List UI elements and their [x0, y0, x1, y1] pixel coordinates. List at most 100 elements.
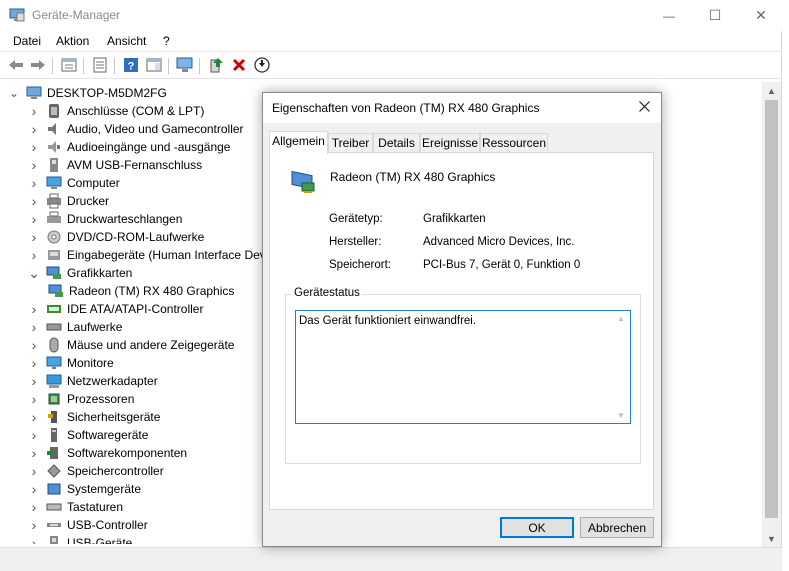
- tree-category-item[interactable]: › USB-Geräte: [28, 534, 132, 544]
- tab-allgemein[interactable]: Allgemein: [269, 131, 328, 154]
- chevron-right-icon[interactable]: ›: [28, 534, 40, 544]
- minimize-button[interactable]: —: [646, 0, 692, 31]
- tree-category-item[interactable]: › Audioeingänge und -ausgänge: [28, 138, 231, 156]
- tree-category-item[interactable]: › Anschlüsse (COM & LPT): [28, 102, 205, 120]
- chevron-right-icon[interactable]: ›: [28, 516, 40, 534]
- chevron-right-icon[interactable]: ›: [28, 192, 40, 210]
- chevron-right-icon[interactable]: ›: [28, 228, 40, 246]
- chevron-right-icon[interactable]: ›: [28, 480, 40, 498]
- chevron-right-icon[interactable]: ›: [28, 156, 40, 174]
- scan-hardware-button[interactable]: [175, 56, 195, 76]
- chevron-right-icon[interactable]: ›: [28, 426, 40, 444]
- chevron-right-icon[interactable]: ›: [28, 354, 40, 372]
- menu-ansicht[interactable]: Ansicht: [107, 34, 146, 48]
- device-status-group: Gerätestatus Das Gerät funktioniert einw…: [285, 287, 641, 464]
- tab-ereignisse[interactable]: Ereignisse: [420, 133, 480, 153]
- tree-category-item[interactable]: › Drucker: [28, 192, 109, 210]
- device-status-textbox[interactable]: Das Gerät funktioniert einwandfrei. ▲ ▼: [295, 310, 631, 424]
- scroll-up-icon[interactable]: ▲: [617, 314, 625, 323]
- chevron-right-icon[interactable]: ›: [28, 498, 40, 516]
- ok-button[interactable]: OK: [500, 517, 574, 538]
- chevron-right-icon[interactable]: ›: [28, 102, 40, 120]
- tree-category-item[interactable]: › Netzwerkadapter: [28, 372, 158, 390]
- tree-category-item[interactable]: › Mäuse und andere Zeigegeräte: [28, 336, 235, 354]
- chevron-right-icon[interactable]: ›: [28, 390, 40, 408]
- chevron-right-icon[interactable]: ›: [28, 138, 40, 156]
- help-button[interactable]: ?: [121, 56, 141, 76]
- chevron-right-icon[interactable]: ›: [28, 120, 40, 138]
- status-scrollbar[interactable]: ▲ ▼: [614, 312, 629, 422]
- computer-icon: [26, 85, 42, 101]
- tree-category-item[interactable]: › Laufwerke: [28, 318, 123, 336]
- tab-treiber[interactable]: Treiber: [328, 133, 373, 153]
- cancel-button[interactable]: Abbrechen: [580, 517, 654, 538]
- device-status-text: Das Gerät funktioniert einwandfrei.: [299, 315, 477, 327]
- tree-root[interactable]: ⌄ DESKTOP-M5DM2FG: [8, 84, 167, 102]
- tree-category-item[interactable]: ⌄ Grafikkarten: [28, 264, 132, 282]
- chevron-right-icon[interactable]: ›: [28, 246, 40, 264]
- properties-view-icon: [61, 58, 77, 75]
- tree-root-label: DESKTOP-M5DM2FG: [47, 86, 167, 100]
- maximize-button[interactable]: ☐: [692, 0, 738, 31]
- chevron-right-icon[interactable]: ›: [28, 462, 40, 480]
- tree-category-item[interactable]: › USB-Controller: [28, 516, 148, 534]
- scroll-down-icon[interactable]: ▼: [617, 411, 625, 420]
- tree-item-label: Netzwerkadapter: [67, 374, 158, 388]
- menu-aktion[interactable]: Aktion: [56, 34, 89, 48]
- action-pane-button[interactable]: [144, 56, 164, 76]
- tree-category-item[interactable]: › Audio, Video und Gamecontroller: [28, 120, 244, 138]
- tree-category-item[interactable]: › AVM USB-Fernanschluss: [28, 156, 203, 174]
- tree-item-label: Sicherheitsgeräte: [67, 410, 161, 424]
- tree-category-item[interactable]: › Eingabegeräte (Human Interface Devi: [28, 246, 269, 264]
- scroll-up-icon[interactable]: ▲: [762, 82, 781, 99]
- processor-icon: [46, 391, 62, 407]
- chevron-right-icon[interactable]: ›: [28, 408, 40, 426]
- dialog-close-button[interactable]: [628, 93, 661, 123]
- scroll-thumb[interactable]: [765, 100, 778, 518]
- chevron-down-icon[interactable]: ⌄: [8, 84, 20, 102]
- disable-device-button[interactable]: [252, 56, 272, 76]
- uninstall-button[interactable]: [229, 56, 249, 76]
- forward-button[interactable]: [28, 56, 48, 76]
- chevron-down-icon[interactable]: ⌄: [28, 264, 40, 282]
- tree-category-item[interactable]: › Systemgeräte: [28, 480, 141, 498]
- scroll-down-icon[interactable]: ▼: [762, 530, 781, 547]
- menu-help[interactable]: ?: [163, 34, 170, 48]
- chevron-right-icon[interactable]: ›: [28, 210, 40, 228]
- properties-view-button[interactable]: [59, 56, 79, 76]
- tree-category-item[interactable]: › Druckwarteschlangen: [28, 210, 183, 228]
- tree-category-item[interactable]: › DVD/CD-ROM-Laufwerke: [28, 228, 205, 246]
- tree-device-item[interactable]: Radeon (TM) RX 480 Graphics: [48, 282, 234, 300]
- menu-bar: Datei Aktion Ansicht ?: [0, 31, 782, 52]
- tab-ressourcen[interactable]: Ressourcen: [480, 133, 548, 153]
- dialog-title: Eigenschaften von Radeon (TM) RX 480 Gra…: [272, 101, 540, 115]
- chevron-right-icon[interactable]: ›: [28, 336, 40, 354]
- tree-item-label: IDE ATA/ATAPI-Controller: [67, 302, 204, 316]
- chevron-right-icon[interactable]: ›: [28, 318, 40, 336]
- tree-category-item[interactable]: › Monitore: [28, 354, 114, 372]
- tree-category-item[interactable]: › IDE ATA/ATAPI-Controller: [28, 300, 204, 318]
- tree-item-label: AVM USB-Fernanschluss: [67, 158, 203, 172]
- tree-category-item[interactable]: › Speichercontroller: [28, 462, 164, 480]
- tree-category-item[interactable]: › Prozessoren: [28, 390, 135, 408]
- tree-category-item[interactable]: › Computer: [28, 174, 120, 192]
- update-driver-button[interactable]: [206, 56, 226, 76]
- tab-details[interactable]: Details: [373, 133, 420, 153]
- close-icon: ✕: [755, 7, 767, 23]
- tree-category-item[interactable]: › Softwarekomponenten: [28, 444, 187, 462]
- tree-category-item[interactable]: › Softwaregeräte: [28, 426, 149, 444]
- chevron-right-icon[interactable]: ›: [28, 444, 40, 462]
- tree-scrollbar[interactable]: ▲ ▼: [762, 82, 781, 547]
- chevron-right-icon[interactable]: ›: [28, 300, 40, 318]
- tree-category-item[interactable]: › Tastaturen: [28, 498, 123, 516]
- details-button[interactable]: [90, 56, 110, 76]
- close-button[interactable]: ✕: [738, 0, 784, 31]
- chevron-right-icon[interactable]: ›: [28, 174, 40, 192]
- back-button[interactable]: [6, 56, 26, 76]
- tree-item-label: Laufwerke: [67, 320, 123, 334]
- general-tab-panel: Radeon (TM) RX 480 Graphics Gerätetyp: G…: [269, 152, 654, 510]
- tree-category-item[interactable]: › Sicherheitsgeräte: [28, 408, 161, 426]
- audio-io-icon: [46, 139, 62, 155]
- menu-datei[interactable]: Datei: [13, 34, 41, 48]
- chevron-right-icon[interactable]: ›: [28, 372, 40, 390]
